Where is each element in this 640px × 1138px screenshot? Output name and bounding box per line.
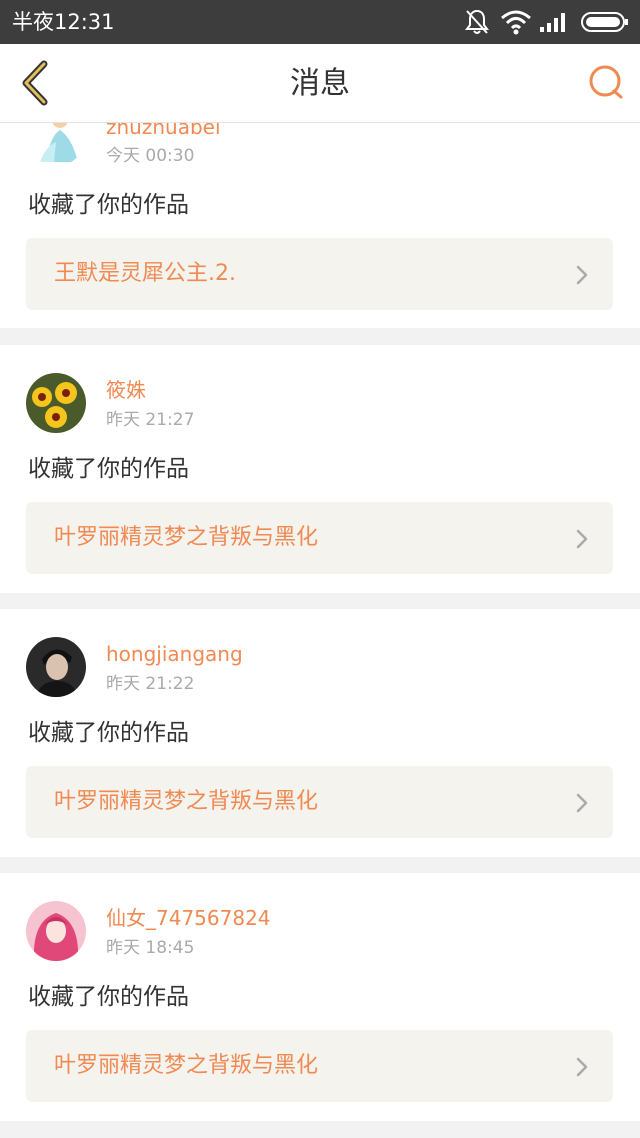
username[interactable]: znuznuabel [106, 123, 221, 139]
work-link[interactable]: 叶罗丽精灵梦之背叛与黑化 [26, 1030, 613, 1102]
timestamp: 昨天 21:27 [106, 410, 195, 430]
signal-icon [540, 13, 565, 32]
avatar[interactable] [26, 123, 86, 166]
message-card: hongjiangang 昨天 21:22 收藏了你的作品 叶罗丽精灵梦之背叛与… [0, 609, 640, 857]
status-time: 半夜12:31 [12, 10, 115, 34]
username[interactable]: hongjiangang [106, 642, 243, 666]
action-text: 收藏了你的作品 [28, 192, 189, 218]
username[interactable]: 仙女_747567824 [106, 906, 271, 930]
chevron-right-icon [576, 265, 588, 285]
work-title: 王默是灵犀公主.2. [54, 261, 236, 286]
page-title: 消息 [290, 66, 350, 101]
work-title: 叶罗丽精灵梦之背叛与黑化 [54, 1053, 319, 1078]
avatar[interactable] [26, 373, 86, 433]
message-card: 仙女_747567824 昨天 18:45 收藏了你的作品 叶罗丽精灵梦之背叛与… [0, 873, 640, 1121]
search-icon [589, 65, 623, 99]
work-title: 叶罗丽精灵梦之背叛与黑化 [54, 525, 319, 550]
chevron-right-icon [576, 1057, 588, 1077]
username[interactable]: 筱姝 [106, 378, 146, 402]
action-text: 收藏了你的作品 [28, 984, 189, 1010]
search-button[interactable] [586, 62, 626, 102]
bell-muted-icon [465, 9, 489, 34]
work-link[interactable]: 王默是灵犀公主.2. [26, 238, 613, 310]
header-bar: 消息 [0, 44, 640, 123]
work-title: 叶罗丽精灵梦之背叛与黑化 [54, 789, 319, 814]
work-link[interactable]: 叶罗丽精灵梦之背叛与黑化 [26, 766, 613, 838]
timestamp: 昨天 18:45 [106, 938, 195, 958]
work-link[interactable]: 叶罗丽精灵梦之背叛与黑化 [26, 502, 613, 574]
chevron-right-icon [576, 529, 588, 549]
wifi-icon [501, 10, 531, 35]
message-list[interactable]: znuznuabel 今天 00:30 收藏了你的作品 王默是灵犀公主.2. 筱… [0, 123, 640, 1138]
timestamp: 昨天 21:22 [106, 674, 195, 694]
status-bar: 半夜12:31 [0, 0, 640, 44]
message-card: 筱姝 昨天 21:27 收藏了你的作品 叶罗丽精灵梦之背叛与黑化 [0, 345, 640, 593]
avatar[interactable] [26, 637, 86, 697]
chevron-right-icon [576, 793, 588, 813]
message-card: znuznuabel 今天 00:30 收藏了你的作品 王默是灵犀公主.2. [0, 123, 640, 328]
action-text: 收藏了你的作品 [28, 456, 189, 482]
action-text: 收藏了你的作品 [28, 720, 189, 746]
timestamp: 今天 00:30 [106, 146, 195, 166]
battery-icon [581, 12, 628, 32]
avatar[interactable] [26, 901, 86, 961]
